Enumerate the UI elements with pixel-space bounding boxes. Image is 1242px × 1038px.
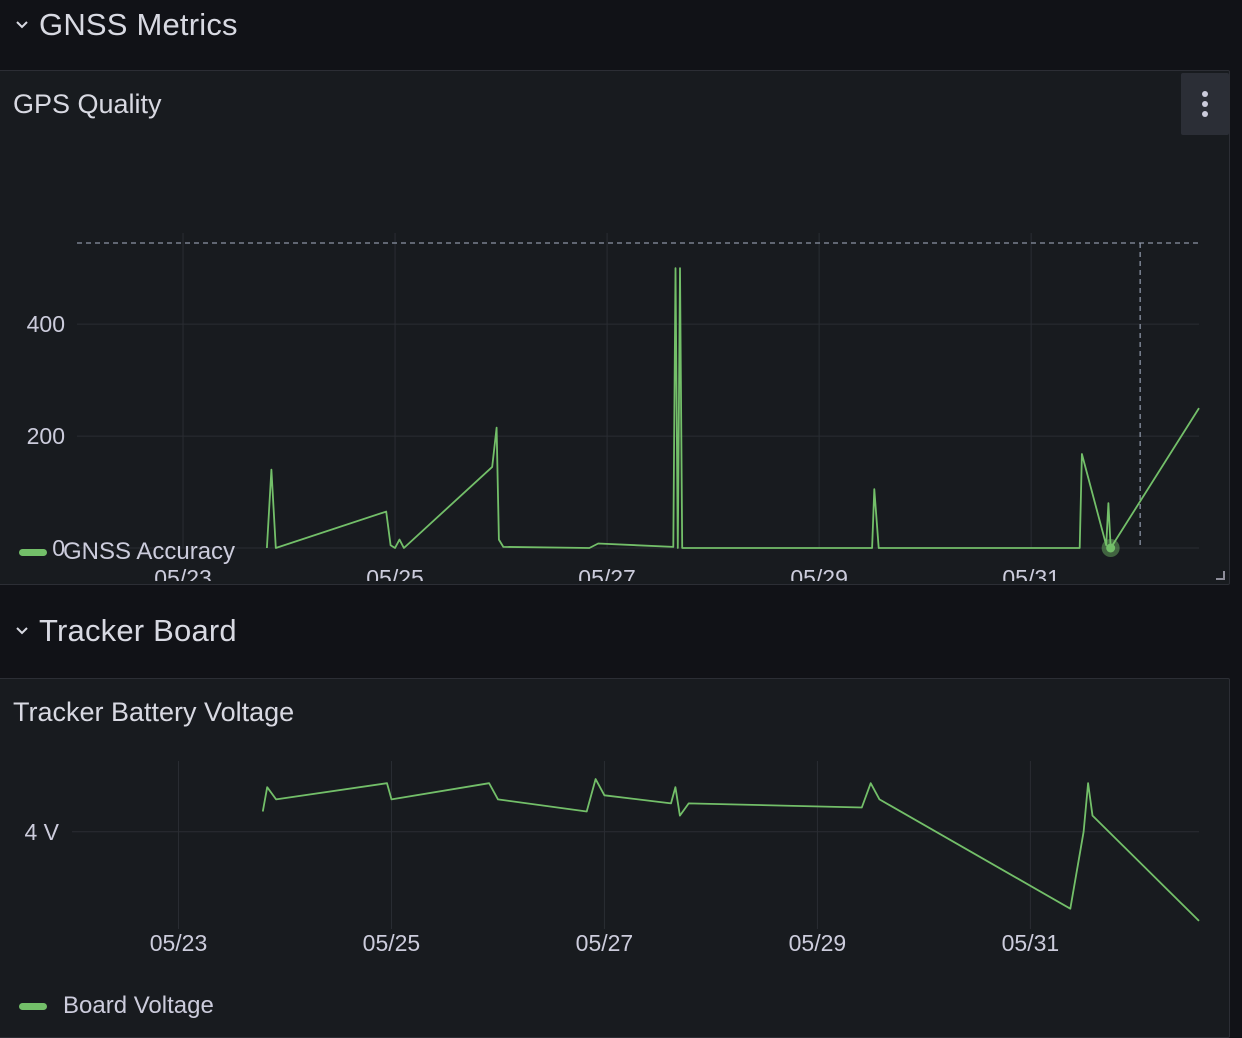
row-header-gnss-metrics[interactable]: GNSS Metrics [0,0,1242,50]
legend-label: Board Voltage [63,992,214,1019]
battery-voltage-chart[interactable]: 4 V 05/23 05/25 05/27 05/29 05/31 [0,759,1229,1029]
panel-title[interactable]: GPS Quality [13,89,162,120]
chevron-down-icon[interactable] [11,620,33,642]
y-tick-label: 400 [27,311,65,337]
row-header-tracker-board[interactable]: Tracker Board [0,606,1242,656]
legend-item-gnss-accuracy[interactable]: GNSS Accuracy [19,538,235,566]
y-tick-label: 200 [27,423,65,449]
legend-swatch [19,1002,47,1010]
x-tick-label: 05/23 [150,930,208,956]
panel-title[interactable]: Tracker Battery Voltage [13,697,294,728]
chevron-down-icon[interactable] [11,14,33,36]
legend-label: GNSS Accuracy [63,538,236,565]
x-tick-label: 05/27 [576,930,634,956]
y-tick-label: 4 V [24,819,59,845]
series-line-gnss-accuracy[interactable] [266,267,1200,549]
hover-point[interactable] [1106,543,1116,553]
x-tick-label: 05/25 [363,930,421,956]
x-tick-label: 05/29 [789,930,847,956]
x-tick-label: 05/25 [366,565,424,581]
x-tick-label: 05/31 [1002,930,1060,956]
x-tick-label: 05/27 [578,565,636,581]
x-tick-label: 05/31 [1002,565,1060,581]
kebab-menu-icon [1202,91,1208,117]
legend-item-board-voltage[interactable]: Board Voltage [19,992,214,1020]
x-tick-label: 05/29 [790,565,848,581]
row-title[interactable]: GNSS Metrics [39,7,238,43]
gps-quality-chart[interactable]: 020040005/23 05/25 05/27 05/29 05/31 [0,161,1229,581]
panel-tracker-battery-voltage: Tracker Battery Voltage 4 V 05/23 05/25 05/… [0,678,1230,1038]
panel-gps-quality: GPS Quality 0 200 400 05/23 05/25 05/27 05/29 0… [0,70,1230,585]
row-title[interactable]: Tracker Board [39,613,237,649]
panel-menu-button[interactable] [1181,73,1229,135]
x-tick-label: 05/23 [154,565,212,581]
legend-swatch [19,548,47,556]
series-line-board-voltage[interactable] [261,778,1200,922]
resize-handle-icon[interactable] [1215,570,1225,580]
